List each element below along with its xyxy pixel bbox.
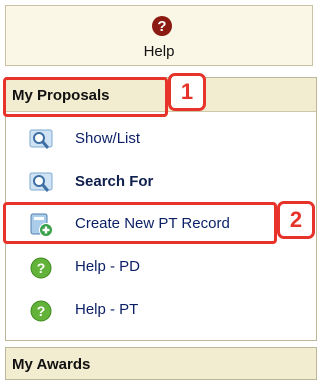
menu-item-label: Help - PT — [75, 301, 139, 318]
svg-text:?: ? — [37, 260, 46, 276]
magnifier-icon — [29, 172, 53, 192]
annotation-highlight-proposals — [3, 77, 168, 117]
menu-item-label: Search For — [75, 173, 154, 190]
menu-item-search-for[interactable]: Search For — [6, 163, 316, 203]
svg-text:?: ? — [157, 18, 166, 35]
green-question-icon: ? — [30, 257, 52, 279]
help-label: Help — [143, 43, 175, 60]
my-awards-title: My Awards — [12, 356, 91, 373]
question-circle-icon: ? — [152, 16, 172, 36]
menu-item-help-pd[interactable]: ? Help - PD — [6, 248, 316, 288]
menu-item-show-list[interactable]: Show/List — [6, 120, 316, 160]
menu-item-label: Help - PD — [75, 258, 141, 275]
my-awards-header[interactable]: My Awards — [5, 347, 317, 380]
help-button[interactable]: ? Help — [5, 5, 313, 66]
magnifier-icon — [29, 129, 53, 149]
menu-item-label: Show/List — [75, 130, 141, 147]
svg-text:?: ? — [37, 303, 46, 319]
green-question-icon: ? — [30, 300, 52, 322]
menu-item-help-pt[interactable]: ? Help - PT — [6, 291, 316, 331]
annotation-callout-1: 1 — [168, 73, 206, 111]
annotation-callout-2: 2 — [277, 201, 315, 239]
annotation-highlight-create-record — [3, 202, 277, 244]
